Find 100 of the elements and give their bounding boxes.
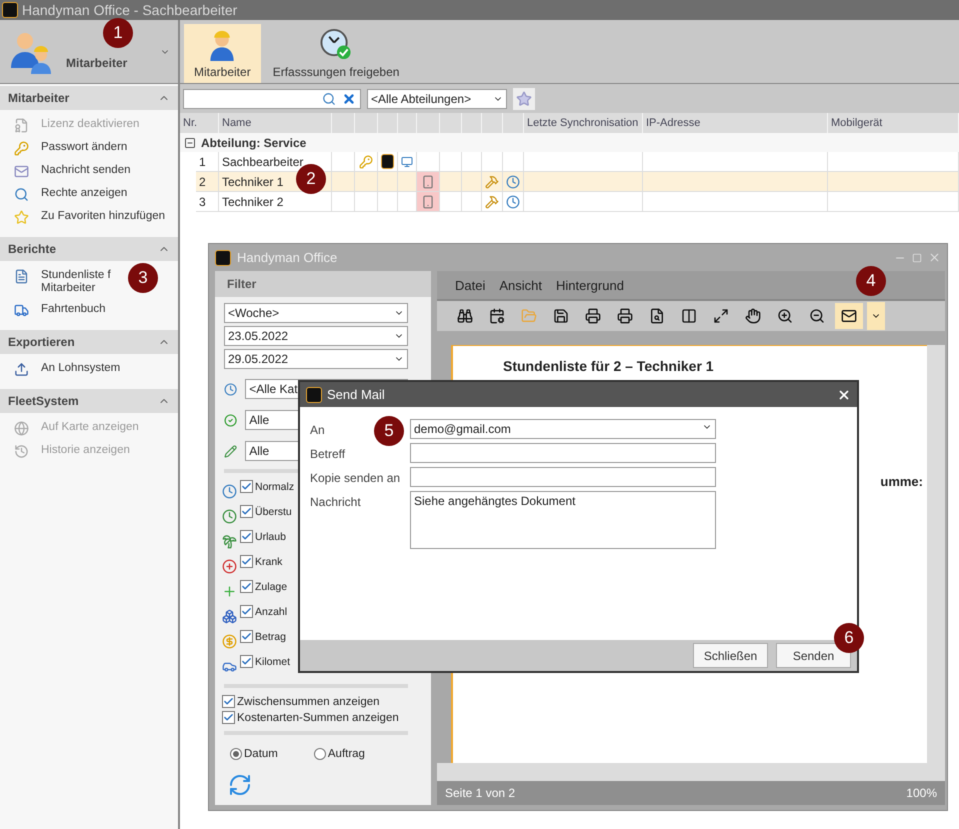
checkbox[interactable]: Überstu <box>240 505 292 518</box>
radio-button[interactable]: Datum <box>230 748 278 760</box>
sidebar-item[interactable]: Nachricht senden <box>0 160 136 183</box>
section-title: FleetSystem <box>8 394 79 408</box>
upload-icon <box>14 362 29 377</box>
document-icon <box>14 269 29 284</box>
ribbon-button[interactable]: Mitarbeiter <box>184 24 261 83</box>
field-label: Betreff <box>310 447 346 461</box>
checkbox[interactable]: Zulage <box>240 580 288 593</box>
hammer-icon <box>485 174 499 188</box>
print-icon <box>585 308 601 324</box>
check-icon <box>241 481 252 492</box>
search-field[interactable] <box>183 88 361 108</box>
check-icon <box>241 631 252 642</box>
check-icon <box>223 696 234 707</box>
print-icon <box>617 308 633 324</box>
collapse-icon <box>184 136 196 148</box>
binoculars-icon <box>457 308 473 324</box>
cross-icon <box>222 558 237 574</box>
checkbox[interactable]: Anzahl <box>240 605 288 618</box>
checkbox[interactable]: Betrag <box>240 630 286 643</box>
truck-icon <box>14 303 29 318</box>
window-title: Handyman Office <box>237 250 338 265</box>
field-label: Nachricht <box>310 495 361 509</box>
close-icon <box>837 388 851 402</box>
sidebar-item[interactable]: Fahrtenbuch <box>0 299 112 322</box>
check-icon <box>224 412 238 428</box>
radio-button[interactable]: Auftrag <box>314 748 365 760</box>
key-icon <box>14 141 29 156</box>
history-icon <box>14 444 29 459</box>
plus-icon <box>222 584 237 598</box>
sidebar-item[interactable]: Rechte anzeigen <box>0 183 134 206</box>
checkbox[interactable]: Kilomet <box>240 655 290 668</box>
checkbox[interactable]: Normalz <box>240 480 294 493</box>
input-field[interactable] <box>410 467 716 487</box>
star-icon <box>14 210 29 225</box>
toolbar-button[interactable] <box>835 303 863 329</box>
dialog-button[interactable]: Senden <box>776 643 851 668</box>
window-title: Handyman Office - Sachbearbeiter <box>22 2 238 18</box>
panel-title: Filter <box>215 271 431 297</box>
monitor-icon <box>401 154 413 168</box>
maximize-icon <box>912 252 922 262</box>
coin-icon <box>222 634 237 648</box>
logo-icon <box>215 250 231 266</box>
field-label: Kopie senden an <box>310 471 400 485</box>
check-icon <box>241 506 252 517</box>
section-header[interactable]: Berichte <box>0 237 178 261</box>
dialog-button[interactable]: Schließen <box>693 643 768 668</box>
sidebar-item[interactable]: An Lohnsystem <box>0 358 126 381</box>
sidebar-item[interactable]: Passwort ändern <box>0 137 134 160</box>
refresh-icon <box>228 773 252 797</box>
checkbox[interactable]: Krank <box>240 555 282 568</box>
sidebar-item[interactable]: Stundenliste f Mitarbeiter <box>0 265 117 299</box>
dropdown[interactable]: 29.05.2022 <box>224 349 408 369</box>
zoom-level: 100% <box>906 786 937 800</box>
search-icon <box>14 187 29 202</box>
input-field[interactable] <box>410 443 716 463</box>
certificate-icon <box>14 118 29 133</box>
message-field[interactable]: Siehe angehängtes Dokument <box>410 491 716 549</box>
clear-icon <box>342 92 356 106</box>
checkbox[interactable]: Kostenarten-Summen anzeigen <box>222 711 399 724</box>
section-title: Berichte <box>8 242 56 256</box>
ribbon-button[interactable]: Erfasssungen freigeben <box>262 24 410 83</box>
star-icon <box>516 90 532 106</box>
dropdown[interactable]: <Woche> <box>224 303 408 323</box>
recipient-field[interactable]: demo@gmail.com <box>410 419 716 439</box>
table-row[interactable]: 1 Sachbearbeiter <box>196 152 959 172</box>
logo-icon <box>381 154 394 169</box>
close-icon <box>928 251 941 264</box>
save-icon <box>553 308 569 324</box>
checkbox[interactable]: Urlaub <box>240 530 286 543</box>
dropdown[interactable]: 23.05.2022 <box>224 326 408 346</box>
clock-icon <box>224 382 238 396</box>
folder-icon <box>521 308 537 324</box>
section-header[interactable]: FleetSystem <box>0 389 178 413</box>
page-indicator: Seite 1 von 2 <box>445 786 516 800</box>
table-row[interactable]: 3 Techniker 2 <box>196 192 959 212</box>
pencil-icon <box>224 444 238 458</box>
boxes-icon <box>222 608 237 624</box>
check-icon <box>241 531 252 542</box>
check-icon <box>223 712 234 723</box>
scale-icon <box>713 308 729 324</box>
menu-item[interactable]: Ansicht <box>499 278 542 292</box>
field-label: An <box>310 423 325 437</box>
sidebar-item[interactable]: Zu Favoriten hinzufügen <box>0 206 172 229</box>
check-icon <box>241 606 252 617</box>
table-cell: 2 <box>196 172 219 191</box>
department-dropdown[interactable]: <Alle Abteilungen> <box>367 88 507 108</box>
table-cell: 3 <box>196 192 219 211</box>
clock-icon <box>506 194 520 208</box>
menu-item[interactable]: Datei <box>455 278 486 292</box>
section-header[interactable]: Exportieren <box>0 330 178 354</box>
preview-icon <box>649 308 665 324</box>
hammer-icon <box>485 194 499 208</box>
menu-item[interactable]: Hintergrund <box>556 278 624 292</box>
checkbox[interactable]: Zwischensummen anzeigen <box>222 695 380 708</box>
search-icon <box>322 92 336 106</box>
clock-icon <box>222 508 237 524</box>
logo-icon <box>2 2 18 18</box>
section-header[interactable]: Mitarbeiter <box>0 86 178 110</box>
